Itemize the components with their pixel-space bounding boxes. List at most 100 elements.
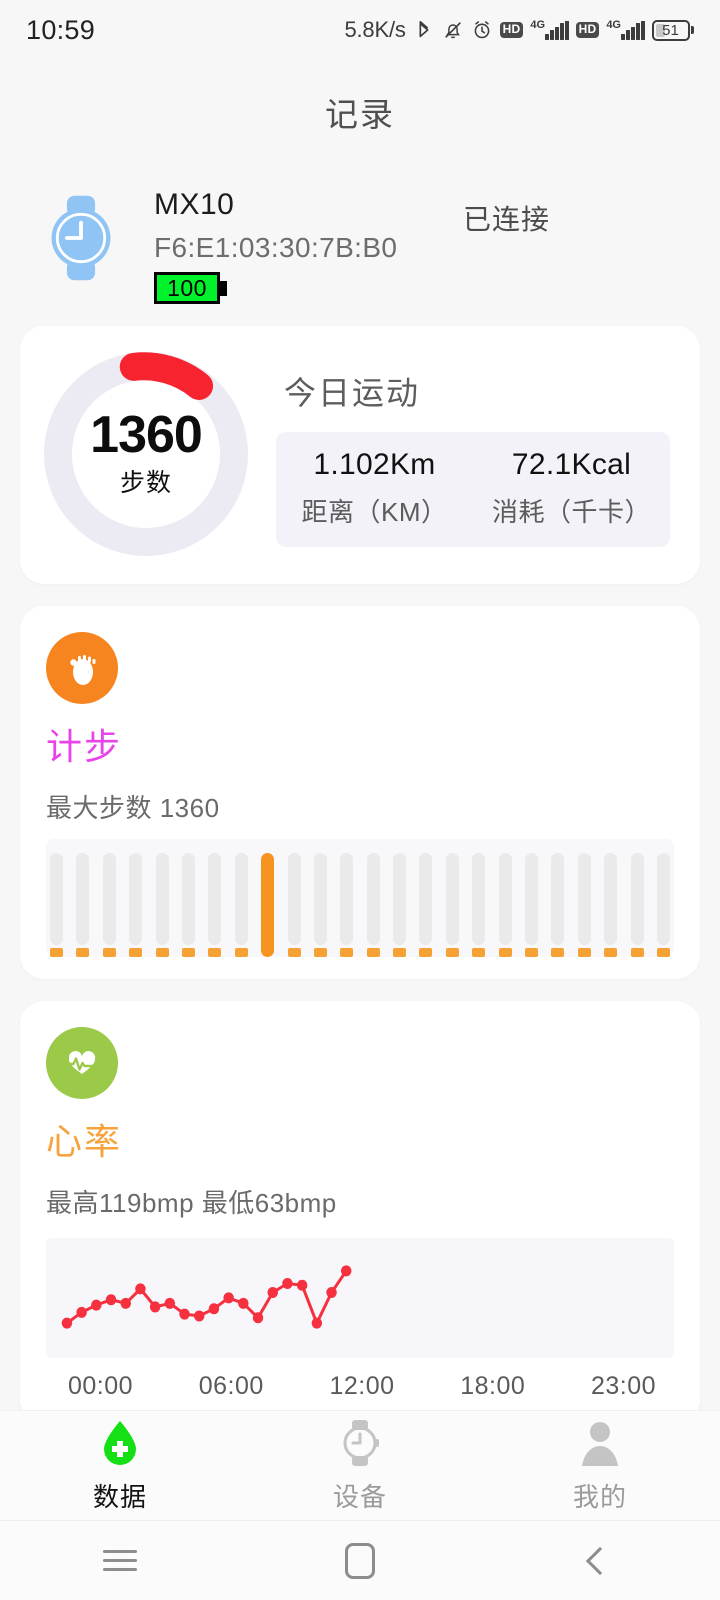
step-bar[interactable] — [525, 853, 539, 957]
today-stats-panel: 1.102Km 距离（KM） 72.1Kcal 消耗（千卡） — [276, 431, 670, 547]
hd-badge-2: HD — [575, 22, 600, 38]
steps-progress-ring: 1360 步数 — [42, 350, 250, 558]
step-bar[interactable] — [656, 853, 670, 957]
signal-bars-2 — [621, 20, 645, 40]
device-battery-badge: 100 — [154, 272, 227, 304]
calories-label: 消耗（千卡） — [491, 496, 651, 527]
heart-rate-axis-tick: 18:00 — [460, 1372, 526, 1400]
step-bar[interactable] — [604, 853, 618, 957]
tab-profile[interactable]: 我的 — [480, 1417, 720, 1514]
app-screen: 10:59 5.8K/s HD 4G HD 4G 51 记录 MX10 F6:E… — [0, 0, 720, 1600]
step-bar[interactable] — [102, 853, 116, 957]
step-bar[interactable] — [551, 853, 565, 957]
home-icon — [345, 1542, 375, 1579]
heart-rate-point — [282, 1277, 293, 1289]
step-bar[interactable] — [445, 853, 459, 957]
heart-rate-point — [61, 1317, 73, 1329]
heart-rate-axis-tick: 06:00 — [198, 1372, 264, 1400]
back-icon — [585, 1546, 615, 1575]
heart-rate-card[interactable]: 心率 最高119bmp 最低63bmp 00:00 06:00 12:00 18:00… — [20, 1001, 700, 1423]
steps-value: 1360 — [90, 406, 203, 464]
heart-rate-point — [149, 1301, 161, 1313]
heart-rate-point — [223, 1292, 234, 1304]
step-bar[interactable] — [129, 853, 143, 957]
steps-unit-label: 步数 — [119, 469, 172, 497]
step-count-card[interactable]: 计步 最大步数 1360 — [20, 606, 700, 979]
device-summary[interactable]: MX10 F6:E1:03:30:7B:B0 100 已连接 — [0, 136, 720, 304]
tab-data-label: 数据 — [92, 1482, 147, 1512]
step-bar[interactable] — [155, 853, 169, 957]
device-name: MX10 — [154, 188, 235, 221]
heart-rate-point — [179, 1308, 190, 1320]
heart-rate-point — [296, 1279, 308, 1291]
step-bar[interactable] — [234, 853, 248, 957]
recents-icon — [103, 1544, 137, 1577]
heart-rate-point — [76, 1306, 87, 1318]
step-bar[interactable] — [181, 853, 195, 957]
device-battery-level: 100 — [154, 272, 220, 304]
step-card-title: 计步 — [46, 726, 123, 767]
phone-battery-indicator: 51 — [651, 19, 694, 41]
today-activity-card[interactable]: 1360 步数 今日运动 1.102Km 距离（KM） 72.1Kcal 消耗（… — [20, 326, 700, 584]
step-bar[interactable] — [366, 853, 380, 957]
home-button[interactable] — [240, 1542, 480, 1579]
step-bar[interactable] — [577, 853, 591, 957]
heart-rate-axis-tick: 00:00 — [68, 1372, 134, 1400]
heart-rate-point — [238, 1297, 249, 1309]
tab-device[interactable]: 设备 — [240, 1417, 480, 1514]
distance-value: 1.102Km — [313, 447, 436, 481]
bottom-tab-bar: 数据 设备 我的 — [0, 1410, 720, 1520]
heart-rate-point — [91, 1299, 102, 1311]
network-gen-label-1: 4G — [530, 18, 546, 31]
recents-button[interactable] — [0, 1544, 240, 1577]
watch-icon — [336, 1417, 384, 1469]
step-bar[interactable] — [287, 853, 301, 957]
heart-rate-axis-tick: 23:00 — [590, 1372, 656, 1400]
heart-card-title: 心率 — [46, 1121, 123, 1162]
bluetooth-icon — [419, 20, 429, 38]
heart-rate-point — [135, 1283, 146, 1295]
step-bar[interactable] — [313, 853, 327, 957]
step-bar[interactable] — [630, 853, 644, 957]
footprint-icon — [46, 632, 118, 704]
status-bar-icons: 5.8K/s HD 4G HD 4G 51 — [344, 17, 694, 43]
network-speed-label: 5.8K/s — [344, 17, 406, 42]
signal-indicator-1: 4G — [530, 18, 569, 40]
step-bar[interactable] — [76, 853, 90, 957]
heart-rate-point — [208, 1303, 220, 1315]
mute-bell-icon — [444, 22, 461, 39]
smartwatch-icon — [51, 195, 111, 281]
heart-rate-axis-labels: 00:00 06:00 12:00 18:00 23:00 — [46, 1358, 674, 1401]
device-connection-status: 已连接 — [462, 204, 550, 235]
calories-stat: 72.1Kcal 消耗（千卡） — [473, 448, 670, 529]
heart-card-subtitle: 最高119bmp 最低63bmp — [46, 1188, 337, 1218]
person-icon — [576, 1417, 624, 1469]
alarm-icon — [474, 21, 490, 39]
hd-badge-1: HD — [499, 22, 524, 38]
step-card-subtitle: 最大步数 1360 — [46, 793, 220, 823]
back-button[interactable] — [480, 1546, 720, 1575]
step-bar[interactable] — [498, 853, 512, 957]
phone-battery-level: 51 — [662, 21, 679, 39]
step-bar-chart[interactable] — [46, 839, 674, 957]
heart-rate-point — [105, 1294, 117, 1306]
heart-pulse-icon — [46, 1027, 118, 1099]
step-bar[interactable] — [261, 853, 275, 957]
step-bar[interactable] — [472, 853, 486, 957]
step-bar[interactable] — [208, 853, 222, 957]
distance-stat: 1.102Km 距离（KM） — [276, 448, 473, 529]
step-bar[interactable] — [419, 853, 433, 957]
step-bar[interactable] — [340, 853, 354, 957]
heart-rate-point — [120, 1297, 131, 1309]
heart-rate-axis-tick: 12:00 — [329, 1372, 395, 1400]
step-bar[interactable] — [393, 853, 407, 957]
tab-profile-label: 我的 — [572, 1482, 627, 1512]
device-info: MX10 F6:E1:03:30:7B:B0 100 — [154, 188, 397, 304]
heart-rate-point — [267, 1286, 278, 1298]
heart-rate-line-chart[interactable] — [46, 1238, 674, 1358]
tab-data[interactable]: 数据 — [0, 1417, 240, 1514]
android-nav-bar — [0, 1520, 720, 1600]
heart-rate-point — [311, 1317, 323, 1329]
today-activity-details: 今日运动 1.102Km 距离（KM） 72.1Kcal 消耗（千卡） — [276, 362, 678, 547]
step-bar[interactable] — [50, 853, 63, 957]
